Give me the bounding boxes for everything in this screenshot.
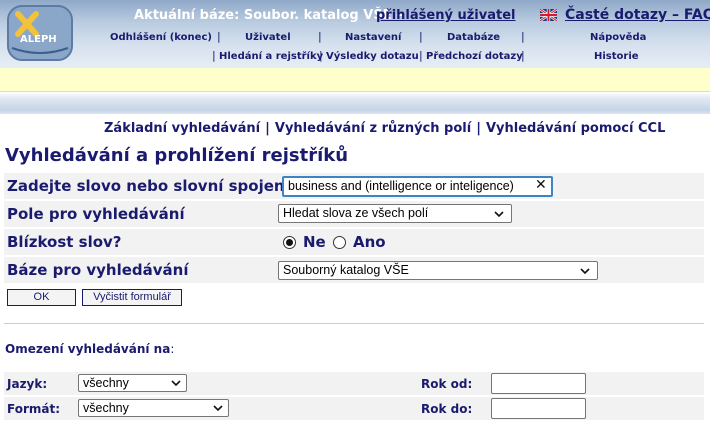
search-type-tabs: Základní vyhledávání | Vyhledávání z různý…	[104, 121, 665, 136]
database-row: Báze pro vyhledávání Souborný katalog VŠ…	[4, 257, 704, 283]
nav-help[interactable]: Nápověda	[590, 32, 646, 43]
language-label: Jazyk:	[7, 377, 48, 391]
title-bar: Aktuální báze: Soubor. katalog VŠE – při…	[92, 6, 710, 26]
chevron-down-icon	[171, 380, 181, 387]
chevron-down-icon	[580, 268, 590, 275]
nav-user[interactable]: Uživatel	[245, 32, 291, 43]
nav-separator: |	[521, 49, 525, 62]
search-field-label: Pole pro vyhledávání	[7, 205, 185, 223]
search-term-label: Zadejte slovo nebo slovní spojení	[7, 177, 290, 195]
proximity-yes-label: Ano	[353, 233, 386, 251]
search-field-row: Pole pro vyhledávání Hledat slova ze vše…	[4, 201, 704, 227]
format-label: Formát:	[7, 402, 61, 416]
database-label: Báze pro vyhledávání	[7, 261, 189, 279]
format-select[interactable]: všechny	[78, 399, 229, 417]
faq-link[interactable]: Časté dotazy – FAQ	[565, 7, 710, 23]
format-value: všechny	[83, 401, 129, 415]
tab-separator: |	[476, 121, 481, 136]
tab-separator: |	[265, 121, 270, 136]
year-to-label: Rok do:	[421, 402, 473, 416]
year-from-input[interactable]	[491, 373, 586, 394]
clear-form-button[interactable]: Vyčistit formulář	[82, 289, 182, 306]
tab-basic-search[interactable]: Základní vyhledávání	[104, 121, 260, 136]
page-title: Vyhledávání a prohlížení rejstříků	[5, 145, 349, 166]
nav-separator: |	[212, 49, 216, 62]
nav-separator: |	[217, 30, 221, 43]
tab-multi-field-search[interactable]: Vyhledávání z různých polí	[275, 121, 471, 136]
limit-row-language: Jazyk: všechny Rok od:	[4, 372, 704, 395]
decorative-band	[0, 92, 710, 114]
nav-database[interactable]: Databáze	[447, 32, 500, 43]
message-bar	[0, 68, 710, 92]
nav-logout[interactable]: Odhlášení (konec)	[110, 32, 212, 43]
limits-title: Omezení vyhledávání na:	[5, 342, 174, 356]
search-input[interactable]: business and (intelligence or inteligenc…	[282, 176, 553, 197]
nav-settings[interactable]: Nastavení	[345, 32, 401, 43]
clear-icon[interactable]: ✕	[535, 177, 547, 193]
nav-separator: |	[419, 30, 423, 43]
year-to-input[interactable]	[491, 398, 586, 419]
proximity-no-radio[interactable]	[283, 236, 296, 249]
limit-row-format: Formát: všechny Rok do:	[4, 397, 704, 420]
chevron-down-icon	[213, 405, 223, 412]
aleph-logo[interactable]: ALEPH	[6, 4, 74, 62]
nav-separator: |	[419, 49, 423, 62]
nav-previous-queries[interactable]: Předchozí dotazy	[426, 51, 523, 62]
database-value: Souborný katalog VŠE	[283, 263, 409, 277]
year-from-label: Rok od:	[421, 377, 473, 391]
logo-text: ALEPH	[20, 34, 57, 45]
nav-history[interactable]: Historie	[594, 51, 639, 62]
nav-separator: |	[318, 30, 322, 43]
search-field-value: Hledat slova ze všech polí	[283, 206, 429, 220]
nav-separator: |	[521, 30, 525, 43]
chevron-down-icon	[494, 211, 504, 218]
logged-user-link[interactable]: přihlášený uživatel	[376, 8, 515, 23]
proximity-label: Blízkost slov?	[7, 233, 122, 251]
language-value: všechny	[83, 376, 129, 390]
divider	[4, 323, 704, 324]
header: ALEPH Aktuální báze: Soubor. katalog VŠE…	[0, 0, 710, 68]
search-term-row: Zadejte slovo nebo slovní spojení busine…	[4, 173, 704, 199]
nav-results[interactable]: Výsledky dotazu	[326, 51, 419, 62]
database-select[interactable]: Souborný katalog VŠE	[278, 261, 598, 280]
limits-title-colon: :	[170, 342, 175, 356]
proximity-row: Blízkost slov? Ne Ano	[4, 229, 704, 255]
uk-flag-icon[interactable]	[540, 9, 557, 21]
nav-separator: |	[319, 49, 323, 62]
proximity-yes-radio[interactable]	[333, 236, 346, 249]
tab-ccl-search[interactable]: Vyhledávání pomocí CCL	[486, 121, 665, 136]
proximity-no-label: Ne	[303, 233, 326, 251]
ok-button[interactable]: OK	[7, 289, 76, 306]
current-base-text: Aktuální báze: Soubor. katalog VŠE –	[134, 8, 403, 23]
nav-search-indexes[interactable]: Hledání a rejstříky	[219, 51, 323, 62]
limits-title-text: Omezení vyhledávání na	[5, 342, 171, 356]
search-field-select[interactable]: Hledat slova ze všech polí	[278, 204, 512, 223]
